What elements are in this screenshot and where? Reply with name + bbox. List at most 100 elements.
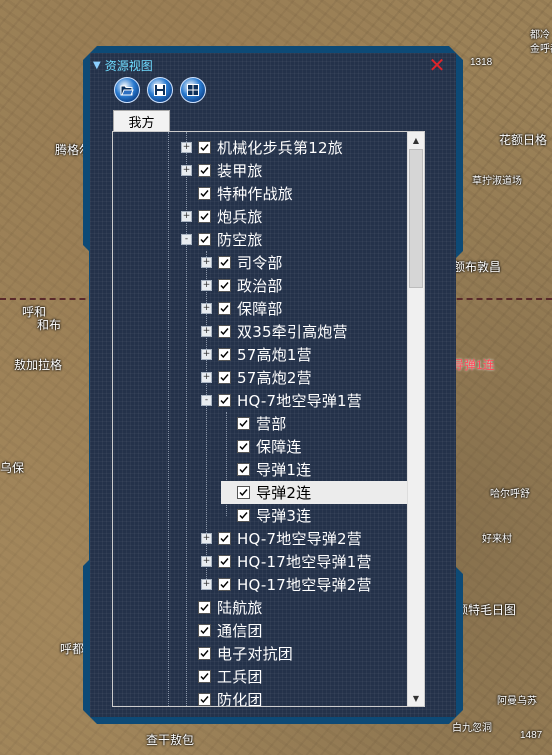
tree-node-label: HQ-17地空导弹2营 <box>237 576 372 594</box>
tree-checkbox[interactable] <box>237 486 250 499</box>
tree-view[interactable]: + 机械化步兵第12旅 + 装甲旅 特种作战旅 + 炮兵旅 - 防空旅 + 司令部 + 政治部 + 保障部 +… <box>112 131 425 707</box>
tree-node[interactable]: - 防空旅 <box>181 228 263 251</box>
expand-icon[interactable]: + <box>181 211 192 222</box>
map-label: 导弹1连 <box>452 358 495 372</box>
tab-our-side[interactable]: 我方 <box>113 110 170 132</box>
tree-checkbox[interactable] <box>218 555 231 568</box>
tree-node[interactable]: 导弹2连 <box>221 481 424 504</box>
tree-checkbox[interactable] <box>218 279 231 292</box>
map-label: 1318 <box>470 57 493 68</box>
tree-node[interactable]: 电子对抗团 <box>181 642 293 665</box>
tree-checkbox[interactable] <box>198 210 211 223</box>
save-button[interactable] <box>147 77 173 103</box>
map-label: 好来村 <box>482 534 512 545</box>
tree-checkbox[interactable] <box>218 394 231 407</box>
tree-checkbox[interactable] <box>218 256 231 269</box>
map-label: 1487 <box>520 730 543 741</box>
expand-icon[interactable]: + <box>201 556 212 567</box>
tree-node[interactable]: + 机械化步兵第12旅 <box>181 136 343 159</box>
collapse-icon[interactable]: - <box>201 395 212 406</box>
tree-node[interactable]: 导弹1连 <box>237 458 311 481</box>
expand-icon[interactable]: + <box>201 326 212 337</box>
tree-node[interactable]: +57高炮1营 <box>201 343 312 366</box>
map-label: 哈尔呼舒 <box>490 489 530 500</box>
tree-checkbox[interactable] <box>218 325 231 338</box>
collapse-icon[interactable]: - <box>181 234 192 245</box>
scroll-thumb[interactable] <box>409 149 423 288</box>
tree-node[interactable]: - HQ-7地空导弹1营 <box>201 389 362 412</box>
tree-connector <box>168 132 169 706</box>
tree-node-label: 防空旅 <box>217 231 263 249</box>
tree-checkbox[interactable] <box>218 371 231 384</box>
tree-checkbox[interactable] <box>198 647 211 660</box>
grid-button[interactable] <box>180 77 206 103</box>
tree-node[interactable]: 营部 <box>237 412 286 435</box>
tree-checkbox[interactable] <box>218 578 231 591</box>
map-label: 阿曼乌苏 <box>497 696 537 707</box>
tree-checkbox[interactable] <box>198 187 211 200</box>
expand-icon[interactable]: + <box>201 533 212 544</box>
tree-checkbox[interactable] <box>237 440 250 453</box>
tree-node[interactable]: + HQ-17地空导弹1营 <box>201 550 372 573</box>
expand-icon[interactable]: + <box>201 257 212 268</box>
tree-node-label: 保障部 <box>237 300 283 318</box>
expand-icon[interactable]: + <box>181 142 192 153</box>
map-label: 敖加拉格 <box>14 358 63 372</box>
expand-icon[interactable]: + <box>201 280 212 291</box>
expand-icon[interactable]: + <box>201 349 212 360</box>
tree-checkbox[interactable] <box>237 463 250 476</box>
grid-icon <box>187 84 199 96</box>
tree-node[interactable]: 导弹3连 <box>237 504 311 527</box>
map-label: 金呼都日 <box>530 44 552 55</box>
tree-checkbox[interactable] <box>237 509 250 522</box>
scroll-up-icon[interactable]: ▲ <box>408 132 424 148</box>
tree-node[interactable]: +57高炮2营 <box>201 366 312 389</box>
tree-node-label: 炮兵旅 <box>217 208 263 226</box>
tree-node[interactable]: + 司令部 <box>201 251 283 274</box>
tree-node-label: 陆航旅 <box>217 599 263 617</box>
collapse-arrow-icon[interactable]: ▼ <box>93 60 101 71</box>
vertical-scrollbar[interactable]: ▲ ▼ <box>407 132 424 706</box>
tree-node-label: 司令部 <box>237 254 283 272</box>
tree-node[interactable]: + HQ-7地空导弹2营 <box>201 527 362 550</box>
map-label: 白九忽洞 <box>452 723 492 734</box>
expand-icon[interactable]: + <box>181 165 192 176</box>
open-folder-icon <box>120 85 134 96</box>
tree-node-label: 电子对抗团 <box>217 645 294 663</box>
map-label: 花额日格 <box>499 133 548 147</box>
close-button[interactable]: ✕ <box>428 55 446 75</box>
tree-node-label: 导弹1连 <box>256 461 312 479</box>
open-button[interactable] <box>114 77 140 103</box>
map-label: 查干敖包 <box>146 733 195 747</box>
tree-node[interactable]: 防化团 <box>181 688 263 706</box>
tree-node[interactable]: + 装甲旅 <box>181 159 263 182</box>
tree-node[interactable]: + 炮兵旅 <box>181 205 263 228</box>
tree-checkbox[interactable] <box>198 164 211 177</box>
tree-node[interactable]: + 保障部 <box>201 297 283 320</box>
tree-node[interactable]: + HQ-17地空导弹2营 <box>201 573 372 596</box>
tree-node-label: 保障连 <box>256 438 302 456</box>
tree-checkbox[interactable] <box>218 302 231 315</box>
expand-icon[interactable]: + <box>201 372 212 383</box>
tree-checkbox[interactable] <box>198 693 211 706</box>
tree-node[interactable]: 工兵团 <box>181 665 263 688</box>
tree-checkbox[interactable] <box>198 670 211 683</box>
tree-node[interactable]: + 政治部 <box>201 274 283 297</box>
tree-checkbox[interactable] <box>218 348 231 361</box>
tree-checkbox[interactable] <box>198 601 211 614</box>
tree-node[interactable]: 保障连 <box>237 435 302 458</box>
tree-node-label: 导弹3连 <box>256 507 312 525</box>
tree-node[interactable]: 陆航旅 <box>181 596 263 619</box>
tree-checkbox[interactable] <box>218 532 231 545</box>
tree-node[interactable]: 通信团 <box>181 619 263 642</box>
tree-checkbox[interactable] <box>198 233 211 246</box>
tree-node[interactable]: 特种作战旅 <box>181 182 293 205</box>
expand-icon[interactable]: + <box>201 303 212 314</box>
tree-node[interactable]: + 双35牵引高炮营 <box>201 320 348 343</box>
expand-icon[interactable]: + <box>201 579 212 590</box>
scroll-down-icon[interactable]: ▼ <box>408 690 424 706</box>
tree-checkbox[interactable] <box>237 417 250 430</box>
panel-title-bar[interactable]: ▼ 资源视图 <box>93 56 153 74</box>
tree-checkbox[interactable] <box>198 624 211 637</box>
tree-checkbox[interactable] <box>198 141 211 154</box>
